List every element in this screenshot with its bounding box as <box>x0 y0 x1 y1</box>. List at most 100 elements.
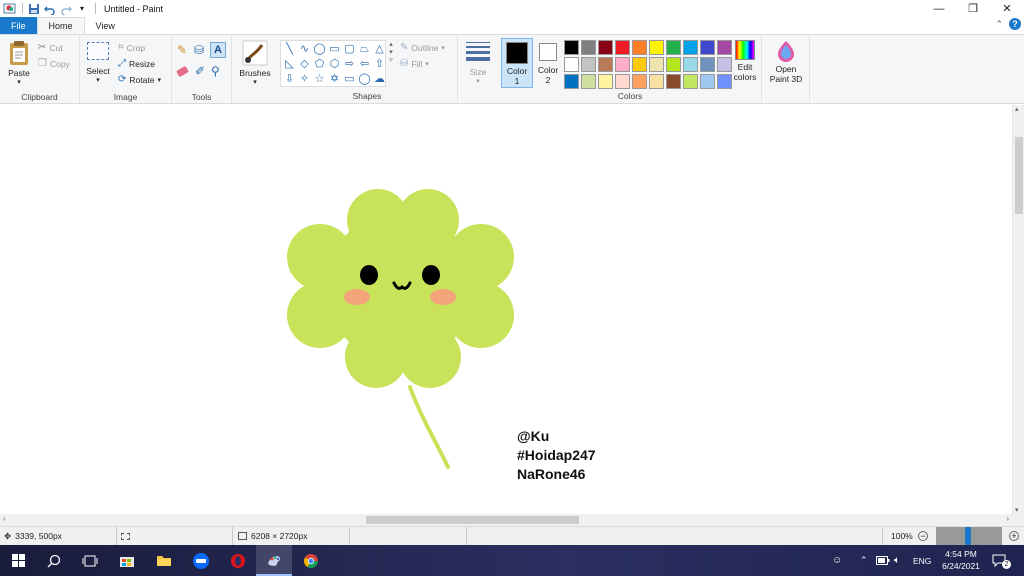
rotate-button[interactable]: ⟳ Rotate ▾ <box>118 74 161 85</box>
taskbar-chrome[interactable] <box>293 545 329 576</box>
minimize-button[interactable]: — <box>922 0 956 17</box>
start-button[interactable] <box>0 545 36 576</box>
color-swatch[interactable] <box>581 40 596 55</box>
battery-icon[interactable] <box>876 545 890 576</box>
color-swatch[interactable] <box>683 40 698 55</box>
scroll-right-icon[interactable]: › <box>1006 514 1009 523</box>
size-button[interactable]: Size ▾ <box>465 42 491 85</box>
volume-icon[interactable]: 🔈︎ <box>894 545 900 576</box>
up-arrow-shape-icon[interactable]: ⇧ <box>372 57 387 72</box>
expand-gallery-icon[interactable]: ▿ <box>389 56 393 64</box>
redo-icon[interactable] <box>59 2 73 16</box>
open-paint3d-button[interactable]: Open Paint 3D <box>766 40 806 84</box>
color-swatch[interactable] <box>700 57 715 72</box>
search-button[interactable] <box>36 545 72 576</box>
color-swatch[interactable] <box>564 40 579 55</box>
input-language[interactable]: ENG <box>913 545 931 576</box>
undo-icon[interactable] <box>43 2 57 16</box>
color-swatch[interactable] <box>615 74 630 89</box>
collapse-ribbon-icon[interactable]: ⌃ <box>995 19 1003 30</box>
color-swatch[interactable] <box>632 40 647 55</box>
six-point-star-shape-icon[interactable]: ✡ <box>327 72 342 87</box>
color-swatch[interactable] <box>581 74 596 89</box>
color-swatch[interactable] <box>649 57 664 72</box>
zoom-in-button[interactable]: + <box>1009 527 1019 545</box>
oval-shape-icon[interactable]: ◯ <box>312 42 327 57</box>
maximize-button[interactable]: ❐ <box>956 0 990 17</box>
action-center-button[interactable]: 2 <box>992 545 1011 576</box>
color-swatch[interactable] <box>564 57 579 72</box>
color-swatch[interactable] <box>581 57 596 72</box>
color-swatch[interactable] <box>700 74 715 89</box>
tab-home[interactable]: Home <box>36 17 85 34</box>
shapes-scroll[interactable]: ▴ ▾ ▿ <box>386 40 396 87</box>
outline-button[interactable]: ✎ Outline ▾ <box>400 42 445 53</box>
color-swatch[interactable] <box>632 57 647 72</box>
color-swatch[interactable] <box>683 57 698 72</box>
scroll-up-icon[interactable]: ▴ <box>1015 105 1019 113</box>
paste-button[interactable]: Paste ▾ <box>6 40 32 86</box>
pencil-icon[interactable]: ✎ <box>177 43 187 57</box>
color-swatch[interactable] <box>564 74 579 89</box>
zoom-slider-thumb[interactable] <box>965 527 971 545</box>
taskbar-file-explorer[interactable] <box>146 545 182 576</box>
rect-callout-shape-icon[interactable]: ▭ <box>342 72 357 87</box>
horizontal-scrollbar[interactable]: ‹ › <box>0 514 1012 526</box>
show-hidden-icons[interactable]: ⌃ <box>860 545 868 576</box>
color-swatch[interactable] <box>615 40 630 55</box>
brushes-button[interactable]: Brushes ▾ <box>237 40 273 86</box>
color-swatch[interactable] <box>649 74 664 89</box>
diamond-shape-icon[interactable]: ◇ <box>297 57 312 72</box>
eraser-icon[interactable] <box>175 65 190 78</box>
color-swatch[interactable] <box>598 57 613 72</box>
resize-button[interactable]: ⤢ Resize <box>118 58 155 69</box>
oval-callout-shape-icon[interactable]: ◯ <box>357 72 372 87</box>
customize-quick-access-icon[interactable]: ▾ <box>75 2 89 16</box>
copy-button[interactable]: ❐ Copy <box>38 58 70 69</box>
canvas-area[interactable]: @Ku #Hoidap247 NaRone46 <box>0 105 1012 514</box>
color-swatch[interactable] <box>666 40 681 55</box>
scroll-up-icon[interactable]: ▴ <box>389 40 393 48</box>
color-swatch[interactable] <box>666 74 681 89</box>
zoom-out-button[interactable]: − <box>918 527 928 545</box>
five-point-star-shape-icon[interactable]: ☆ <box>312 72 327 87</box>
tab-view[interactable]: View <box>85 17 126 34</box>
hexagon-shape-icon[interactable]: ⬡ <box>327 57 342 72</box>
taskbar-opera[interactable] <box>220 545 256 576</box>
cut-button[interactable]: ✂ Cut <box>38 42 63 53</box>
people-icon[interactable]: ☺ <box>832 545 842 576</box>
taskbar-zalo[interactable] <box>183 545 219 576</box>
taskbar-app-store[interactable] <box>109 545 145 576</box>
color-swatch[interactable] <box>683 74 698 89</box>
color-swatch[interactable] <box>700 40 715 55</box>
help-icon[interactable]: ? <box>1009 18 1021 30</box>
text-tool-icon[interactable]: A <box>210 42 226 58</box>
right-arrow-shape-icon[interactable]: ⇨ <box>342 57 357 72</box>
vertical-scrollbar[interactable]: ▴ ▾ <box>1012 105 1024 514</box>
magnifier-icon[interactable]: ⚲ <box>211 64 220 78</box>
color-swatch[interactable] <box>598 40 613 55</box>
scroll-down-icon[interactable]: ▾ <box>1015 506 1019 514</box>
curve-shape-icon[interactable]: ∿ <box>297 42 312 57</box>
taskbar-paint[interactable] <box>256 545 292 576</box>
select-button[interactable]: Select ▾ <box>85 42 111 84</box>
crop-button[interactable]: ⌗ Crop <box>118 42 145 53</box>
edit-colors-button[interactable]: Edit colors <box>730 40 760 82</box>
color-swatch[interactable] <box>615 57 630 72</box>
close-button[interactable]: ✕ <box>990 0 1024 17</box>
paint-app-icon[interactable] <box>2 2 16 16</box>
down-arrow-shape-icon[interactable]: ⇩ <box>282 72 297 87</box>
left-arrow-shape-icon[interactable]: ⇦ <box>357 57 372 72</box>
color-swatch[interactable] <box>649 40 664 55</box>
cloud-callout-shape-icon[interactable]: ☁ <box>372 72 387 87</box>
save-icon[interactable] <box>27 2 41 16</box>
line-shape-icon[interactable]: ╲ <box>282 42 297 57</box>
four-point-star-shape-icon[interactable]: ✧ <box>297 72 312 87</box>
right-triangle-shape-icon[interactable]: ◺ <box>282 57 297 72</box>
scroll-left-icon[interactable]: ‹ <box>3 514 6 523</box>
triangle-shape-icon[interactable]: △ <box>372 42 387 57</box>
drawing-canvas[interactable] <box>0 105 1012 514</box>
color2-button[interactable]: Color 2 <box>536 38 560 88</box>
color1-button[interactable]: Color 1 <box>501 38 533 88</box>
task-view-button[interactable] <box>72 545 108 576</box>
